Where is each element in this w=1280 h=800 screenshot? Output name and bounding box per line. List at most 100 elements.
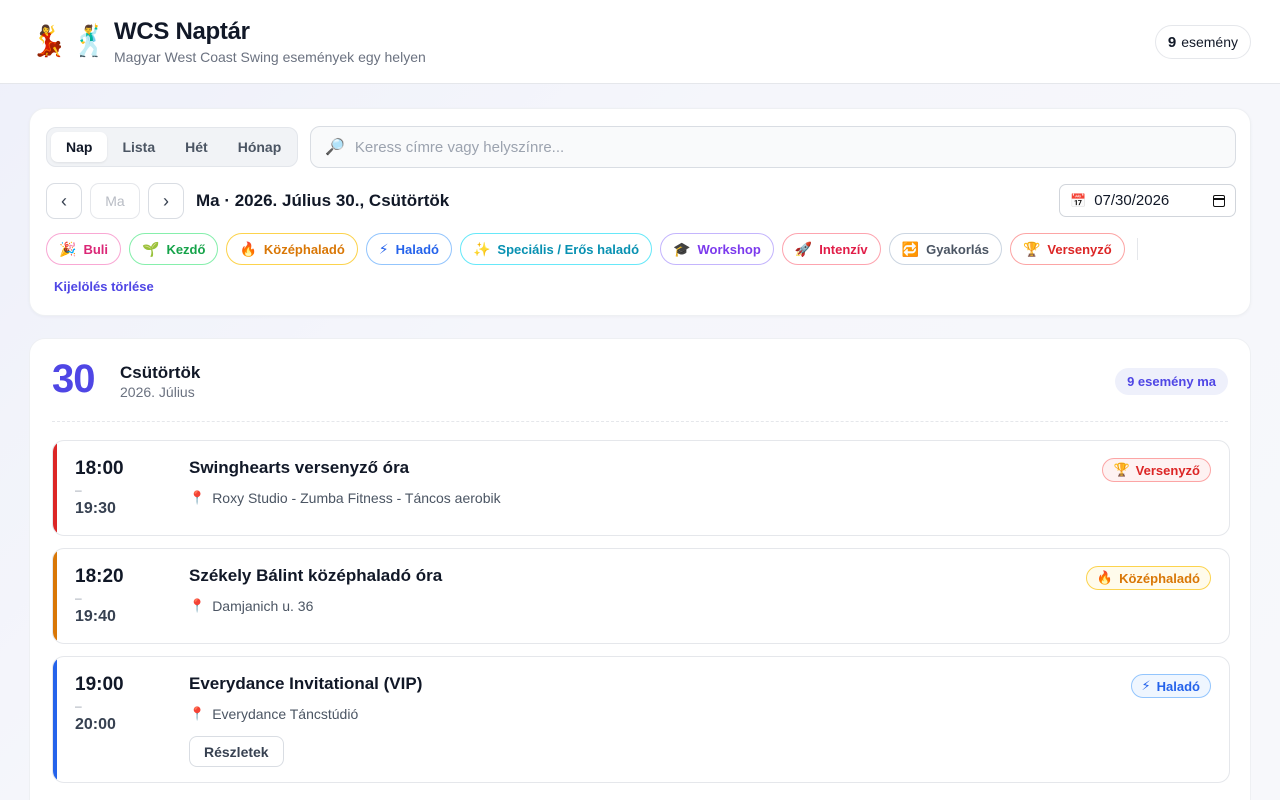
category-label: Haladó bbox=[1156, 678, 1200, 694]
intenziv-icon: 🚀 bbox=[794, 240, 813, 257]
event-title: Everydance Invitational (VIP) bbox=[189, 674, 423, 693]
workshop-icon: 🎓 bbox=[673, 240, 691, 257]
time-separator: – bbox=[75, 591, 82, 605]
event-end-time: 20:00 bbox=[75, 716, 116, 733]
event-end-time: 19:30 bbox=[75, 500, 116, 517]
tab-day[interactable]: Nap bbox=[51, 132, 108, 162]
chevron-left-icon: ‹ bbox=[61, 190, 67, 211]
event-color-bar bbox=[53, 549, 57, 643]
filter-chip-versenyzo[interactable]: 🏆 Versenyző bbox=[1009, 233, 1125, 265]
day-event-count-badge: 9 esemény ma bbox=[1115, 368, 1228, 395]
event-card[interactable]: 18:00 – 19:30 Swinghearts versenyző óra 📍 Rox… bbox=[52, 440, 1230, 536]
prev-day-button[interactable]: ‹ bbox=[46, 183, 82, 219]
date-heading: Ma · 2026. Július 30., Csütörtök bbox=[196, 191, 450, 210]
filter-chip-label: Speciális / Erős haladó bbox=[497, 241, 640, 257]
tab-week[interactable]: Hét bbox=[170, 132, 223, 162]
day-month: 2026. Július bbox=[120, 384, 195, 400]
event-end-time: 19:40 bbox=[75, 608, 116, 625]
halado-icon: ⚡ bbox=[378, 240, 389, 257]
event-location: 📍 Damjanich u. 36 bbox=[189, 598, 313, 614]
event-category-badge: 🏆 Versenyző bbox=[1102, 458, 1211, 482]
event-start-time: 18:20 bbox=[75, 566, 124, 587]
time-separator: – bbox=[75, 699, 82, 713]
filter-chip-workshop[interactable]: 🎓 Workshop bbox=[660, 233, 774, 265]
controls-card: Nap Lista Hét Hónap 🔎 ‹ Ma › Ma · 2026. … bbox=[29, 108, 1251, 316]
event-category-badge: 🔥 Középhaladó bbox=[1085, 566, 1211, 590]
event-start-time: 18:00 bbox=[75, 458, 124, 479]
event-title: Székely Bálint középhaladó óra bbox=[189, 566, 443, 585]
category-filters: 🎉 Buli 🌱 Kezdő 🔥 Középhaladó ⚡ Haladó ✨ Speciális… bbox=[46, 233, 1138, 265]
app-title: WCS Naptár bbox=[114, 18, 250, 45]
day-number: 30 bbox=[52, 357, 95, 401]
filter-chip-kezdo[interactable]: 🌱 Kezdő bbox=[129, 233, 219, 265]
calendar-icon: 📅 bbox=[1070, 192, 1087, 208]
event-location-text: Roxy Studio - Zumba Fitness - Táncos aer… bbox=[212, 490, 501, 506]
search-icon: 🔎 bbox=[325, 139, 345, 156]
filter-chip-label: Intenzív bbox=[819, 241, 868, 257]
filter-chip-label: Workshop bbox=[697, 241, 761, 257]
category-icon: 🔥 bbox=[1096, 570, 1114, 585]
filter-chip-kozephalado[interactable]: 🔥 Középhaladó bbox=[226, 233, 358, 265]
specialis-eros-halado-icon: ✨ bbox=[472, 240, 491, 257]
filter-chip-label: Versenyző bbox=[1047, 241, 1112, 257]
event-count-number: 9 bbox=[1167, 33, 1177, 51]
logo: 💃 🕺 bbox=[30, 22, 109, 62]
kozephalado-icon: 🔥 bbox=[239, 240, 257, 257]
filter-chip-label: Buli bbox=[83, 241, 108, 257]
tab-list[interactable]: Lista bbox=[107, 132, 170, 162]
filter-chip-label: Haladó bbox=[395, 241, 439, 257]
pin-icon: 📍 bbox=[189, 598, 206, 613]
event-count-label: esemény bbox=[1181, 34, 1238, 50]
event-location: 📍 Roxy Studio - Zumba Fitness - Táncos ae… bbox=[189, 490, 501, 506]
calendar-picker-icon[interactable] bbox=[1213, 194, 1225, 207]
event-title: Swinghearts versenyző óra bbox=[189, 458, 410, 477]
next-day-button[interactable]: › bbox=[148, 183, 184, 219]
filter-chip-label: Kezdő bbox=[166, 241, 206, 257]
date-value: 07/30/2026 bbox=[1094, 192, 1170, 209]
category-label: Középhaladó bbox=[1119, 570, 1200, 586]
divider bbox=[52, 421, 1228, 422]
pin-icon: 📍 bbox=[189, 490, 206, 505]
clear-selection-link[interactable]: Kijelölés törlése bbox=[54, 279, 154, 294]
category-icon: 🏆 bbox=[1113, 462, 1130, 477]
day-panel: 30 Csütörtök 2026. Július 9 esemény ma 1… bbox=[29, 338, 1251, 800]
details-button[interactable]: Részletek bbox=[189, 736, 284, 767]
dancer-woman-icon: 💃 bbox=[30, 25, 68, 58]
event-color-bar bbox=[53, 657, 57, 782]
category-icon: ⚡ bbox=[1141, 678, 1151, 693]
dancer-man-icon: 🕺 bbox=[71, 25, 109, 58]
event-card[interactable]: 19:00 – 20:00 Everydance Invitational (VIP)… bbox=[52, 656, 1230, 783]
versenyzo-icon: 🏆 bbox=[1022, 240, 1041, 257]
today-button[interactable]: Ma bbox=[90, 183, 140, 219]
event-location-text: Everydance Táncstúdió bbox=[212, 706, 359, 722]
time-separator: – bbox=[75, 483, 82, 497]
filter-chip-buli[interactable]: 🎉 Buli bbox=[46, 233, 121, 265]
filter-separator bbox=[1136, 238, 1138, 260]
filter-chip-specialis-eros-halado[interactable]: ✨ Speciális / Erős haladó bbox=[459, 233, 653, 265]
gyakorlas-icon: 🔁 bbox=[901, 240, 920, 257]
chevron-right-icon: › bbox=[163, 190, 169, 211]
category-label: Versenyző bbox=[1135, 462, 1200, 478]
kezdo-icon: 🌱 bbox=[142, 240, 160, 257]
app-subtitle: Magyar West Coast Swing események egy he… bbox=[114, 49, 426, 65]
view-tabs: Nap Lista Hét Hónap bbox=[46, 127, 298, 167]
date-picker[interactable]: 📅 07/30/2026 bbox=[1059, 184, 1236, 217]
pin-icon: 📍 bbox=[189, 706, 206, 721]
filter-chip-halado[interactable]: ⚡ Haladó bbox=[365, 233, 452, 265]
search-input[interactable] bbox=[354, 138, 1195, 156]
search-box[interactable]: 🔎 bbox=[310, 126, 1236, 168]
event-count-pill: 9 esemény bbox=[1154, 25, 1251, 59]
event-location: 📍 Everydance Táncstúdió bbox=[189, 706, 358, 722]
buli-icon: 🎉 bbox=[59, 240, 77, 257]
event-start-time: 19:00 bbox=[75, 674, 124, 695]
filter-chip-intenziv[interactable]: 🚀 Intenzív bbox=[781, 233, 881, 265]
filter-chip-label: Gyakorlás bbox=[926, 241, 989, 257]
tab-month[interactable]: Hónap bbox=[223, 132, 297, 162]
event-location-text: Damjanich u. 36 bbox=[212, 598, 314, 614]
app-header: 💃 🕺 WCS Naptár Magyar West Coast Swing e… bbox=[0, 0, 1280, 84]
filter-chip-gyakorlas[interactable]: 🔁 Gyakorlás bbox=[888, 233, 1002, 265]
event-card[interactable]: 18:20 – 19:40 Székely Bálint középhaladó ór… bbox=[52, 548, 1230, 644]
event-category-badge: ⚡ Haladó bbox=[1130, 674, 1211, 698]
filter-chip-label: Középhaladó bbox=[263, 241, 345, 257]
event-color-bar bbox=[53, 441, 57, 535]
